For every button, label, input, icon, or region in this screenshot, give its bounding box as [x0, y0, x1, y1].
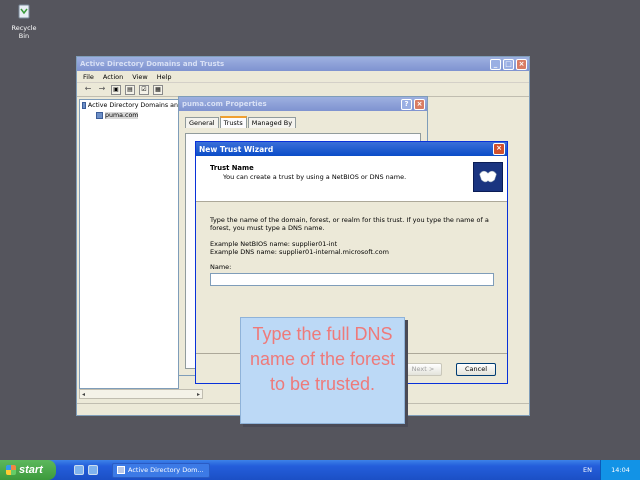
show-tree-icon[interactable]: ▤ — [125, 84, 135, 95]
properties-close-button[interactable]: × — [414, 98, 425, 110]
wizard-heading: Trust Name — [210, 164, 254, 172]
up-folder-icon[interactable]: ▣ — [111, 84, 121, 95]
help-button[interactable]: ? — [401, 98, 412, 110]
toolbar: ← → ▣ ▤ ☑ ▦ — [77, 83, 529, 97]
quick-launch — [74, 465, 98, 475]
system-tray: EN 14:04 — [583, 460, 640, 480]
tab-general[interactable]: General — [185, 117, 219, 128]
maximize-button[interactable]: □ — [503, 58, 514, 70]
recycle-bin-icon — [18, 4, 30, 19]
language-indicator[interactable]: EN — [583, 466, 592, 474]
taskbar-item-ad-domains[interactable]: Active Directory Dom... — [112, 462, 210, 478]
recycle-bin-label: Recycle Bin — [11, 24, 37, 40]
wizard-subheading: You can create a trust by using a NetBIO… — [223, 173, 407, 181]
app-icon — [117, 466, 125, 474]
console-tree: Active Directory Domains an puma.com — [79, 99, 179, 389]
tree-domain-item[interactable]: puma.com — [80, 110, 178, 120]
domains-trusts-icon — [82, 101, 86, 109]
minimize-button[interactable]: _ — [490, 58, 501, 70]
menu-bar: File Action View Help — [77, 71, 529, 83]
taskbar-item-label: Active Directory Dom... — [128, 466, 204, 474]
cancel-button[interactable]: Cancel — [456, 363, 496, 376]
wizard-body: Type the name of the domain, forest, or … — [196, 202, 507, 286]
wizard-titlebar[interactable]: New Trust Wizard × — [196, 142, 507, 156]
domain-icon — [96, 111, 103, 119]
windows-flag-icon — [6, 465, 16, 475]
taskbar: start Active Directory Dom... EN 14:04 — [0, 460, 640, 480]
start-button[interactable]: start — [0, 460, 56, 480]
example-netbios: Example NetBIOS name: supplier01-int — [210, 240, 338, 248]
wizard-title: New Trust Wizard — [199, 144, 274, 154]
console-titlebar[interactable]: Active Directory Domains and Trusts _ □ … — [77, 57, 529, 71]
name-label: Name: — [210, 263, 232, 271]
example-dns: Example DNS name: supplier01-internal.mi… — [210, 248, 389, 256]
internet-explorer-icon[interactable] — [88, 465, 98, 475]
wizard-instructions: Type the name of the domain, forest, or … — [210, 216, 489, 232]
show-desktop-icon[interactable] — [74, 465, 84, 475]
tree-root-label: Active Directory Domains an — [87, 101, 178, 109]
properties-titlebar[interactable]: puma.com Properties ? × — [179, 97, 427, 111]
tree-root-item[interactable]: Active Directory Domains an — [80, 100, 178, 110]
menu-action[interactable]: Action — [103, 73, 123, 81]
recycle-bin-desktop-icon[interactable]: Recycle Bin — [6, 2, 42, 40]
tab-trusts[interactable]: Trusts — [219, 116, 247, 128]
clock: 14:04 — [600, 460, 640, 480]
wizard-header: Trust Name You can create a trust by usi… — [196, 156, 507, 202]
properties-tabs: General Trusts Managed By — [179, 111, 427, 128]
scroll-right-icon[interactable]: ▸ — [197, 391, 200, 398]
start-label: start — [19, 464, 43, 476]
trust-wizard-logo-icon — [473, 162, 503, 192]
instruction-callout: Type the full DNS name of the forest to … — [240, 317, 405, 424]
trust-name-input[interactable] — [210, 273, 494, 286]
back-icon[interactable]: ← — [83, 84, 93, 95]
close-button[interactable]: × — [516, 58, 527, 70]
menu-help[interactable]: Help — [157, 73, 172, 81]
scroll-left-icon[interactable]: ◂ — [82, 391, 85, 398]
menu-file[interactable]: File — [83, 73, 94, 81]
next-button[interactable]: Next > — [404, 363, 442, 376]
console-title: Active Directory Domains and Trusts — [80, 60, 225, 68]
tab-managed-by[interactable]: Managed By — [247, 117, 297, 128]
tree-horizontal-scrollbar[interactable]: ◂ ▸ — [79, 389, 203, 399]
forward-icon[interactable]: → — [97, 84, 107, 95]
menu-view[interactable]: View — [132, 73, 147, 81]
export-icon[interactable]: ▦ — [153, 84, 163, 95]
wizard-close-button[interactable]: × — [493, 143, 505, 155]
properties-icon[interactable]: ☑ — [139, 84, 149, 95]
properties-title: puma.com Properties — [182, 100, 267, 108]
tree-domain-label: puma.com — [105, 111, 139, 119]
